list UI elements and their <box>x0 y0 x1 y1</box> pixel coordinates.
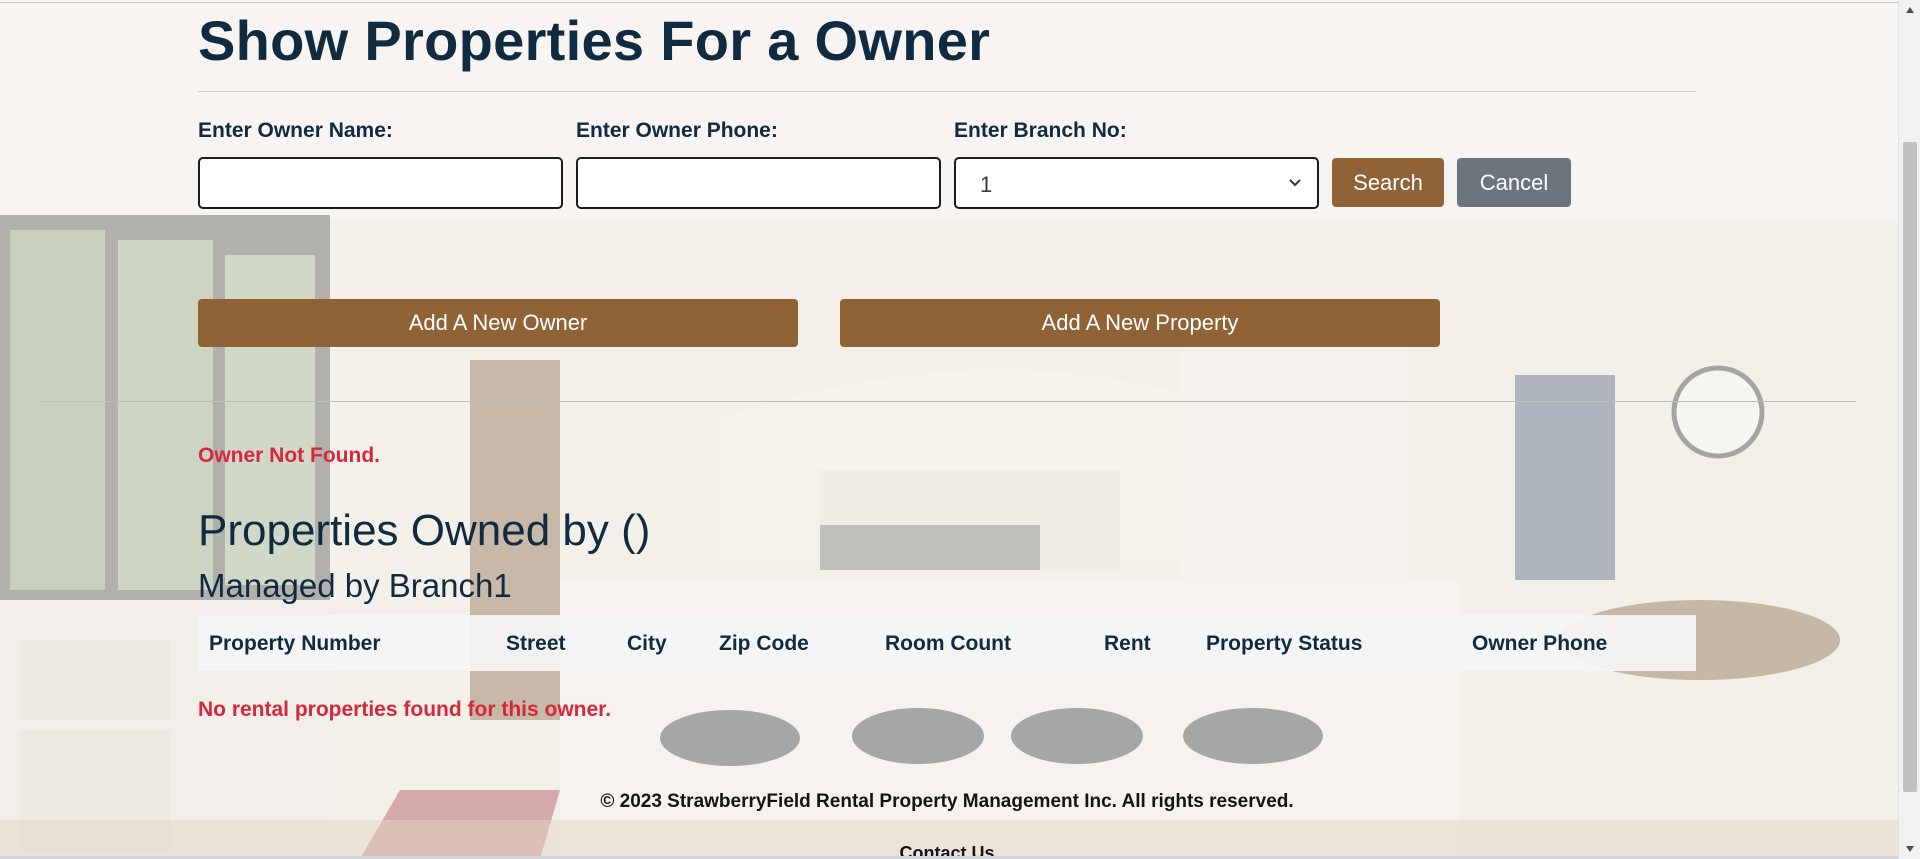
add-property-button[interactable]: Add A New Property <box>840 299 1440 347</box>
vertical-scrollbar[interactable] <box>1898 0 1920 859</box>
page-content: Show Properties For a Owner Enter Owner … <box>0 0 1920 859</box>
section-divider <box>40 401 1856 402</box>
triangle-down-icon <box>1906 846 1914 852</box>
column-header-street: Street <box>506 632 566 655</box>
results-subheading: Managed by Branch1 <box>198 567 512 604</box>
column-header-zip-code: Zip Code <box>719 632 809 655</box>
branch-label: Enter Branch No: <box>954 119 1127 142</box>
column-header-rent: Rent <box>1104 632 1151 655</box>
branch-select-value: 1 <box>980 172 993 197</box>
owner-not-found-message: Owner Not Found. <box>198 444 380 467</box>
properties-table-header: Property Number Street City Zip Code Roo… <box>198 615 1696 671</box>
triangle-up-icon <box>1906 7 1914 13</box>
column-header-city: City <box>627 632 667 655</box>
no-properties-message: No rental properties found for this owne… <box>198 698 612 721</box>
page-title: Show Properties For a Owner <box>198 9 991 72</box>
branch-select[interactable]: 1 <box>954 157 1319 209</box>
top-divider <box>0 2 1898 3</box>
column-header-property-number: Property Number <box>209 632 381 655</box>
owner-name-label: Enter Owner Name: <box>198 119 393 142</box>
scroll-down-button[interactable] <box>1899 839 1920 859</box>
column-header-property-status: Property Status <box>1206 632 1363 655</box>
footer-copyright: © 2023 StrawberryField Rental Property M… <box>600 791 1294 812</box>
add-owner-button[interactable]: Add A New Owner <box>198 299 798 347</box>
chevron-down-icon <box>1289 179 1301 187</box>
results-heading: Properties Owned by () <box>198 506 651 555</box>
owner-phone-input[interactable] <box>576 157 941 209</box>
title-divider <box>198 91 1696 92</box>
scroll-up-button[interactable] <box>1899 0 1920 20</box>
cancel-button[interactable]: Cancel <box>1457 158 1571 207</box>
column-header-owner-phone: Owner Phone <box>1472 632 1608 655</box>
owner-name-input[interactable] <box>198 157 563 209</box>
search-button[interactable]: Search <box>1332 158 1444 207</box>
scrollbar-thumb[interactable] <box>1903 142 1917 792</box>
owner-phone-label: Enter Owner Phone: <box>576 119 778 142</box>
column-header-room-count: Room Count <box>885 632 1011 655</box>
